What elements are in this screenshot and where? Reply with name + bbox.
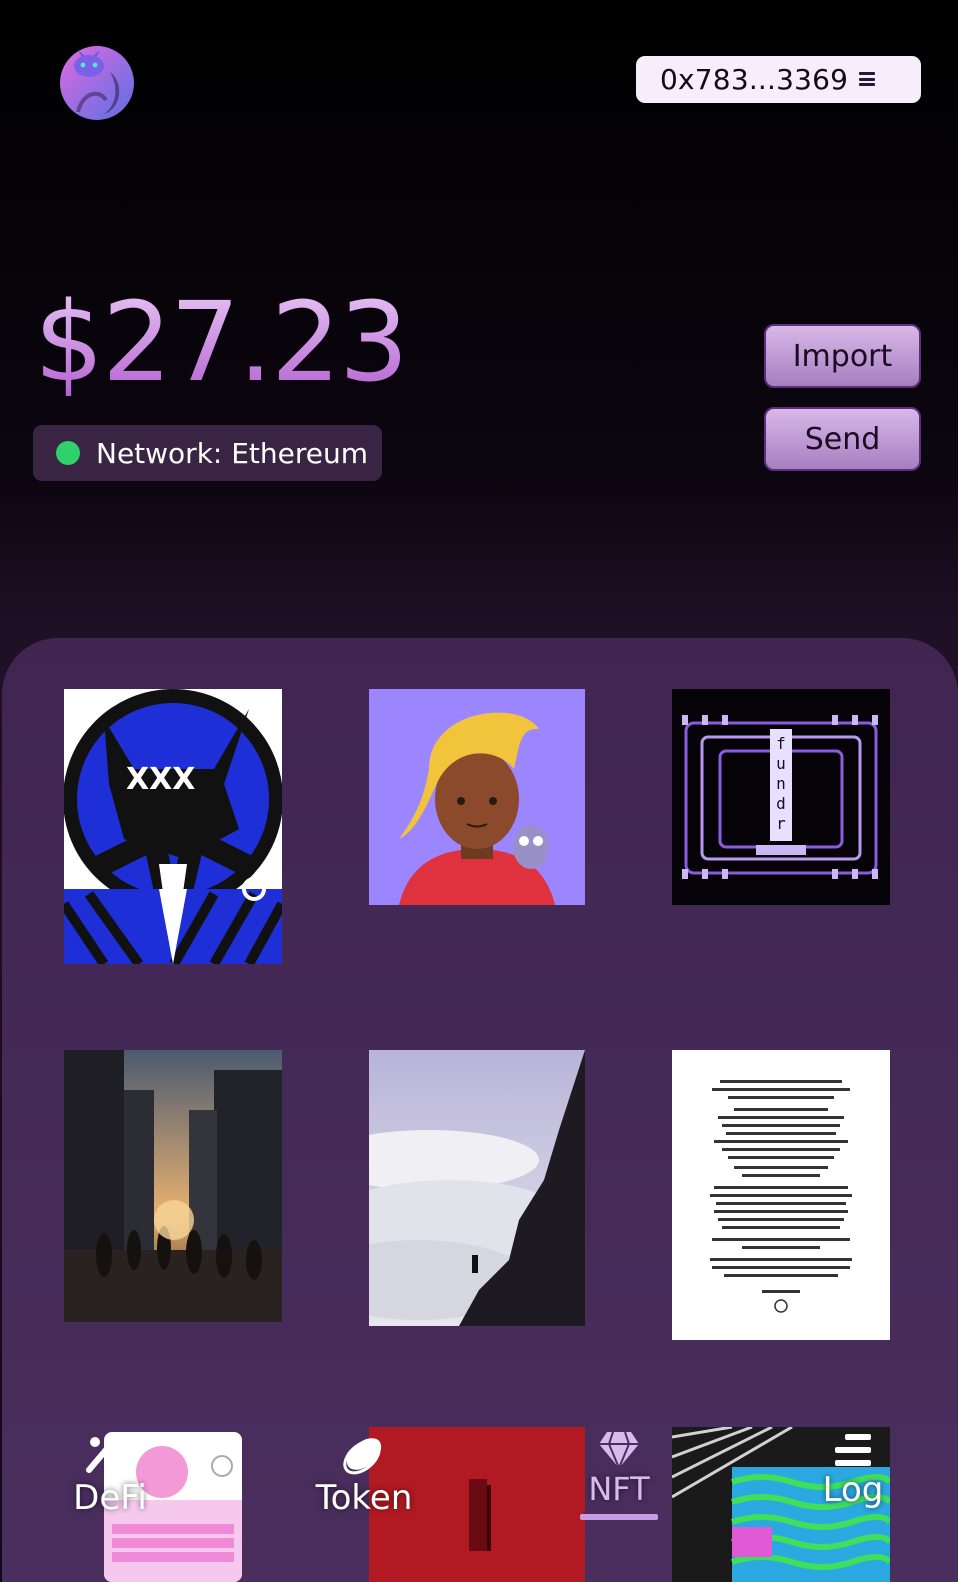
- svg-text:XXX: XXX: [126, 762, 195, 797]
- nft-mountain-clouds[interactable]: [369, 1050, 585, 1326]
- send-button[interactable]: Send: [764, 407, 921, 471]
- svg-text:u: u: [776, 754, 786, 773]
- cat-moon-logo-icon[interactable]: [58, 42, 136, 120]
- nft-city-street-sunset[interactable]: [64, 1050, 282, 1322]
- wallet-address-menu-button[interactable]: 0x783...3369: [636, 56, 921, 103]
- bottom-navigation: DeFi Token NFT Log: [0, 1420, 958, 1582]
- nft-fundrop-pattern[interactable]: f u n d r: [672, 689, 890, 905]
- list-icon: [835, 1434, 871, 1466]
- network-label: Network: Ethereum: [96, 436, 369, 470]
- diamond-icon: [599, 1431, 639, 1470]
- nav-item-log[interactable]: Log: [818, 1430, 888, 1510]
- svg-text:f: f: [776, 734, 786, 753]
- network-indicator[interactable]: Network: Ethereum: [33, 425, 382, 481]
- import-button[interactable]: Import: [764, 324, 921, 388]
- network-status-dot: [56, 441, 80, 465]
- nav-item-defi[interactable]: DeFi: [70, 1430, 150, 1518]
- active-tab-indicator: [580, 1514, 658, 1520]
- svg-text:d: d: [776, 794, 786, 813]
- nft-zora-manifesto[interactable]: [672, 1050, 890, 1340]
- wallet-balance: $27.23: [34, 278, 409, 406]
- svg-text:r: r: [776, 814, 786, 833]
- nav-item-token[interactable]: Token: [316, 1430, 412, 1518]
- svg-text:n: n: [776, 774, 786, 793]
- nav-label-defi: DeFi: [73, 1478, 147, 1518]
- wallet-address: 0x783...3369: [660, 63, 849, 96]
- nav-label-nft: NFT: [588, 1470, 650, 1508]
- nft-avatar-with-owl[interactable]: [369, 689, 585, 905]
- nav-label-log: Log: [822, 1470, 884, 1510]
- hamburger-menu-icon: [859, 72, 875, 86]
- nft-monster-cat-art[interactable]: XXX: [64, 689, 282, 964]
- nav-item-nft[interactable]: NFT: [580, 1428, 658, 1520]
- nav-label-token: Token: [315, 1478, 413, 1518]
- coin-icon: [343, 1438, 382, 1475]
- defi-icon: [86, 1437, 134, 1475]
